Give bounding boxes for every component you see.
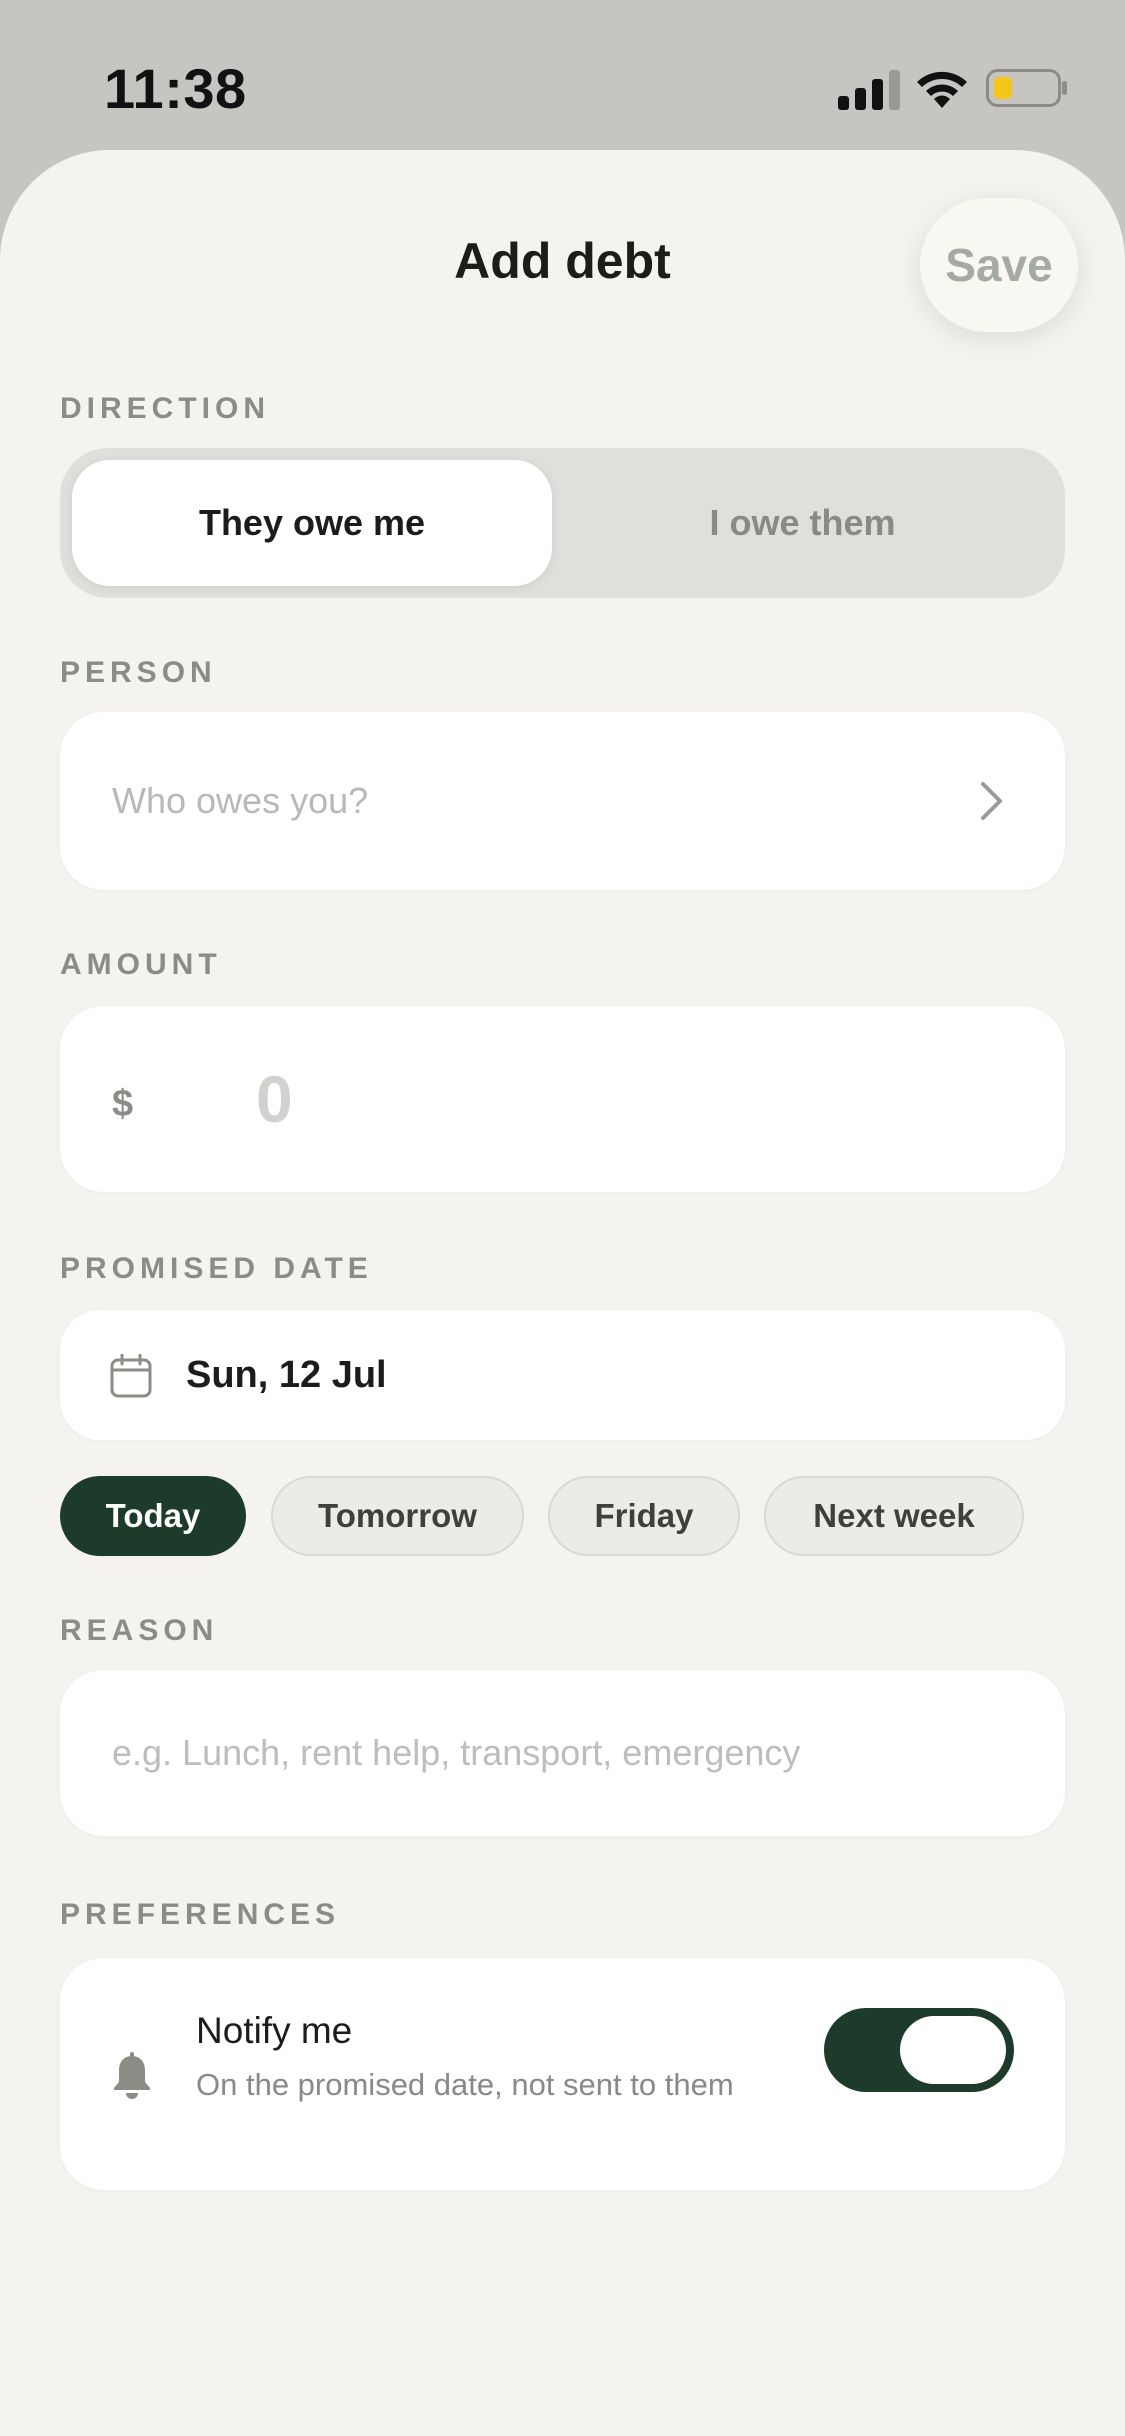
notify-preference-row: Notify me On the promised date, not sent… bbox=[60, 1958, 1065, 2190]
chip-tomorrow[interactable]: Tomorrow bbox=[271, 1476, 524, 1556]
segment-i-owe-them[interactable]: I owe them bbox=[552, 460, 1053, 586]
add-debt-sheet: Add debt Save DIRECTION They owe me I ow… bbox=[0, 150, 1125, 2436]
amount-label: AMOUNT bbox=[60, 948, 222, 981]
chip-today[interactable]: Today bbox=[60, 1476, 246, 1556]
notify-toggle[interactable] bbox=[824, 2008, 1014, 2092]
reason-input[interactable]: e.g. Lunch, rent help, transport, emerge… bbox=[60, 1670, 1065, 1836]
person-placeholder: Who owes you? bbox=[112, 780, 369, 821]
amount-field[interactable]: $ 0 bbox=[60, 1006, 1065, 1192]
direction-label: DIRECTION bbox=[60, 392, 270, 425]
status-bar: 11:38 bbox=[0, 0, 1125, 150]
save-button[interactable]: Save bbox=[920, 198, 1078, 332]
battery-icon bbox=[986, 69, 1067, 107]
status-time: 11:38 bbox=[104, 57, 247, 120]
person-picker[interactable]: Who owes you? bbox=[60, 712, 1065, 890]
reason-placeholder: e.g. Lunch, rent help, transport, emerge… bbox=[112, 1732, 801, 1773]
date-value: Sun, 12 Jul bbox=[186, 1353, 387, 1396]
chevron-right-icon bbox=[981, 782, 1002, 820]
currency-symbol: $ bbox=[112, 1082, 134, 1125]
wifi-icon bbox=[917, 71, 967, 108]
screen: 11:38 Add debt Save DIRECTION They owe m… bbox=[0, 0, 1125, 2436]
calendar-icon bbox=[110, 1354, 152, 1398]
person-label: PERSON bbox=[60, 656, 217, 689]
notify-subtitle: On the promised date, not sent to them bbox=[196, 2067, 734, 2102]
promised-date-label: PROMISED DATE bbox=[60, 1252, 373, 1285]
reason-label: REASON bbox=[60, 1614, 219, 1647]
bell-icon bbox=[114, 2052, 150, 2099]
chip-friday[interactable]: Friday bbox=[548, 1476, 740, 1556]
direction-segmented-control: They owe me I owe them bbox=[60, 448, 1065, 598]
amount-value: 0 bbox=[256, 1062, 293, 1136]
cellular-signal-icon bbox=[838, 70, 900, 110]
preferences-label: PREFERENCES bbox=[60, 1898, 341, 1931]
segment-they-owe-me[interactable]: They owe me bbox=[72, 460, 552, 586]
toggle-knob bbox=[900, 2016, 1006, 2084]
date-picker[interactable]: Sun, 12 Jul bbox=[60, 1310, 1065, 1440]
notify-title: Notify me bbox=[196, 2010, 353, 2051]
chip-next-week[interactable]: Next week bbox=[764, 1476, 1024, 1556]
